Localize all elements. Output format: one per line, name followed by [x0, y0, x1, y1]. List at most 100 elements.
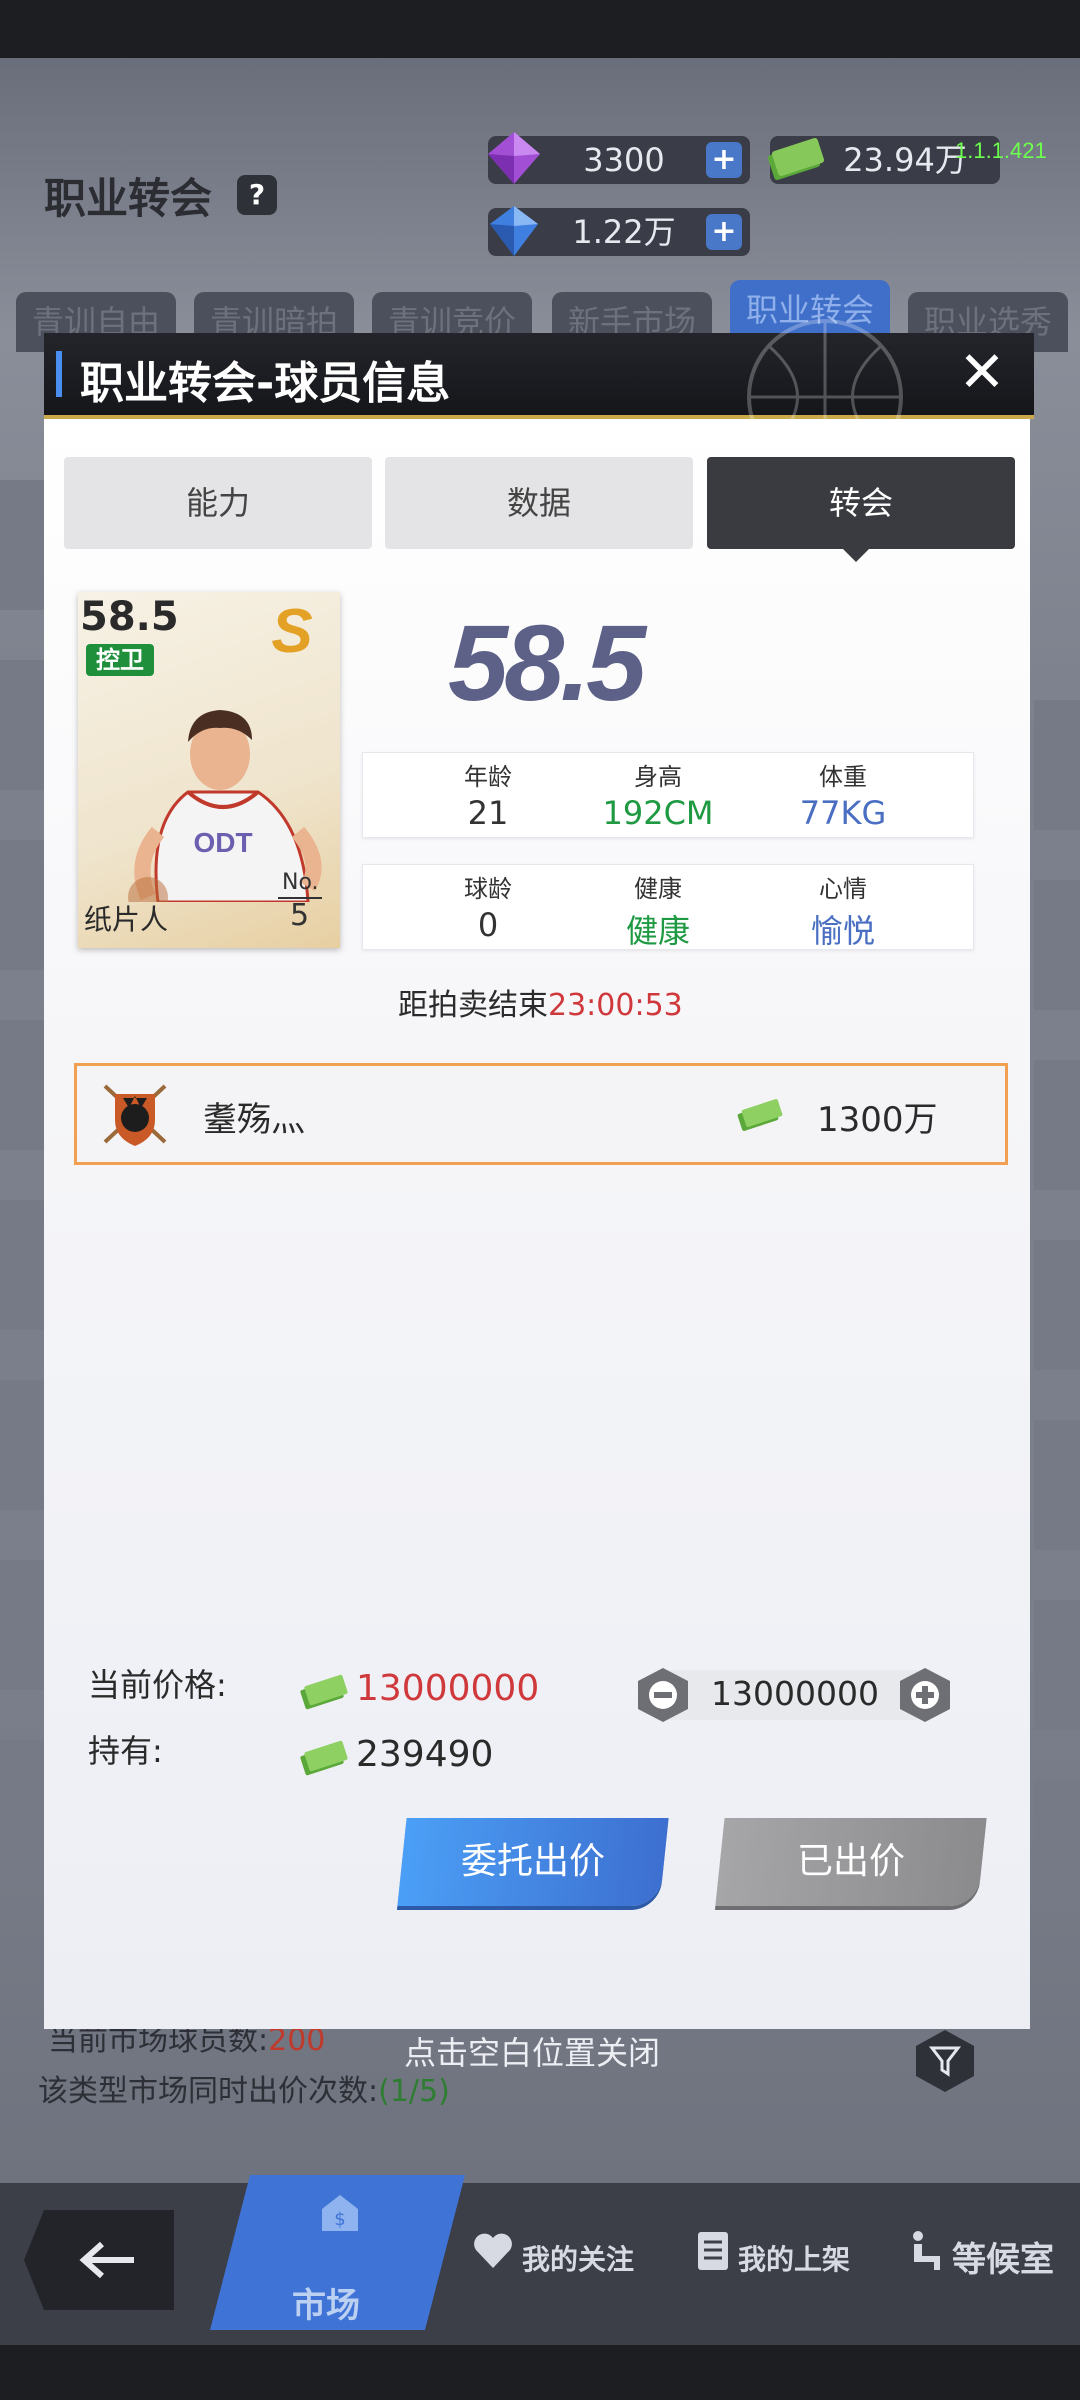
modal-title: 职业转会-球员信息: [80, 358, 451, 409]
bidder-name: 耋殇灬: [203, 1100, 305, 1140]
countdown-label: 距拍卖结束: [398, 988, 548, 1023]
card-number: 5: [290, 898, 310, 933]
stat-value: 健康: [625, 912, 690, 950]
blue-gem-icon: [490, 206, 538, 256]
bid-stepper-value[interactable]: 13000000: [680, 1674, 910, 1713]
card-player-name: 纸片人: [84, 903, 169, 936]
list-item: [0, 1740, 46, 1870]
tab-data[interactable]: 数据: [385, 457, 693, 549]
list-item: [0, 1200, 46, 1330]
sapphire-currency[interactable]: 1.22万 +: [488, 206, 750, 256]
list-item: [1034, 700, 1080, 830]
svg-text:ODT: ODT: [193, 827, 252, 858]
stat-label: 健康: [634, 875, 682, 903]
stat-age: 年龄 21: [413, 757, 563, 832]
player-card[interactable]: 58.5 控卫 S ODT 纸片人 No. 5: [78, 592, 340, 948]
stats-row-1: 年龄 21 身高 192CM 体重 77KG: [362, 752, 974, 838]
tab-ability[interactable]: 能力: [64, 457, 372, 549]
basketball-decoration-icon: [747, 319, 903, 427]
bid-placed-button[interactable]: 已出价: [715, 1818, 987, 1906]
list-item: [0, 660, 46, 790]
stat-value: 77KG: [799, 794, 887, 832]
entrust-bid-button[interactable]: 委托出价: [397, 1818, 669, 1906]
list-item: [0, 1560, 46, 1690]
auction-countdown: 距拍卖结束23:00:53: [398, 980, 683, 1024]
stat-mood: 心情 愉悦: [768, 869, 918, 952]
help-icon[interactable]: ?: [237, 175, 277, 215]
list-item: [1034, 1060, 1080, 1190]
add-diamond-button[interactable]: +: [706, 142, 742, 178]
stat-height: 身高 192CM: [583, 757, 733, 832]
bid-amount: 1300万: [817, 1100, 938, 1140]
cash-value: 23.94万: [843, 141, 967, 179]
current-price-value: 13000000: [356, 1668, 540, 1709]
stats-row-2: 球龄 0 健康 健康 心情 愉悦: [362, 864, 974, 950]
purple-gem-icon: [488, 132, 540, 184]
diamond-value: 3300: [583, 141, 665, 179]
countdown-timer: 23:00:53: [548, 988, 683, 1023]
version-label: 1.1.1.421: [955, 138, 1047, 163]
card-number-label: No.: [282, 870, 319, 895]
list-item: [0, 480, 46, 610]
diamond-currency[interactable]: 3300 +: [488, 132, 750, 184]
system-nav-bar: [0, 2345, 1080, 2400]
stat-experience: 球龄 0: [413, 869, 563, 944]
stat-weight: 体重 77KG: [768, 757, 918, 832]
grade-letter: S: [271, 598, 312, 660]
stat-value: 0: [477, 906, 499, 944]
stat-label: 球龄: [464, 875, 512, 903]
stat-value: 21: [467, 794, 509, 832]
back-button[interactable]: [24, 2210, 174, 2310]
list-item: [1034, 1420, 1080, 1550]
current-price-label: 当前价格:: [88, 1666, 227, 1704]
active-tab-indicator: [842, 548, 870, 562]
status-bar: [0, 0, 1080, 58]
decrease-button[interactable]: [634, 1666, 692, 1724]
overall-rating: 58.5: [448, 602, 646, 723]
stat-value: 愉悦: [810, 912, 875, 950]
nav-waiting[interactable]: 等候室: [952, 2232, 1054, 2281]
title-accent-bar: [56, 351, 62, 397]
add-sapphire-button[interactable]: +: [706, 214, 742, 250]
list-item: [0, 1020, 46, 1150]
list-item: [1034, 880, 1080, 1010]
svg-text:$: $: [334, 2209, 345, 2230]
cash-icon: [300, 1740, 348, 1776]
bid-times-label: 该类型市场同时出价次数:: [38, 2074, 379, 2109]
bidder-avatar: [103, 1084, 167, 1146]
player-avatar: ODT: [128, 710, 322, 902]
cash-icon: [767, 138, 825, 180]
holding-label: 持有:: [88, 1732, 163, 1770]
bid-entry[interactable]: 耋殇灬 1300万: [74, 1063, 1008, 1165]
list-item: [1034, 1240, 1080, 1370]
list-item: [0, 1380, 46, 1510]
page-title: 职业转会: [44, 174, 213, 223]
nav-follow[interactable]: 我的关注: [522, 2238, 634, 2278]
stat-label: 体重: [819, 763, 867, 791]
sapphire-value: 1.22万: [572, 213, 676, 251]
tab-transfer[interactable]: 转会: [707, 457, 1015, 549]
filter-icon[interactable]: [912, 2028, 978, 2094]
list-icon: [698, 2232, 728, 2270]
bid-placed-label: 已出价: [796, 1841, 905, 1882]
bid-times: 该类型市场同时出价次数:(1/5): [38, 2066, 450, 2110]
cash-icon: [737, 1099, 783, 1131]
seat-icon: [913, 2231, 940, 2270]
list-item: [1034, 1600, 1080, 1730]
stat-label: 身高: [634, 763, 682, 791]
nav-listed[interactable]: 我的上架: [738, 2238, 850, 2278]
stat-health: 健康 健康: [583, 869, 733, 952]
stat-label: 年龄: [464, 763, 512, 791]
position-badge: 控卫: [86, 644, 154, 676]
list-item: [0, 840, 46, 970]
stat-label: 心情: [819, 875, 867, 903]
cash-icon: [300, 1674, 348, 1710]
modal-header: 职业转会-球员信息 ✕: [44, 319, 1034, 427]
heart-icon: [474, 2233, 512, 2268]
increase-button[interactable]: [896, 1666, 954, 1724]
bid-times-value: (1/5): [378, 2074, 450, 2109]
grade-s-icon: S: [271, 598, 312, 660]
close-button[interactable]: ✕: [952, 343, 1012, 403]
entrust-bid-label: 委托出价: [460, 1841, 605, 1882]
card-rating: 58.5: [80, 594, 179, 640]
